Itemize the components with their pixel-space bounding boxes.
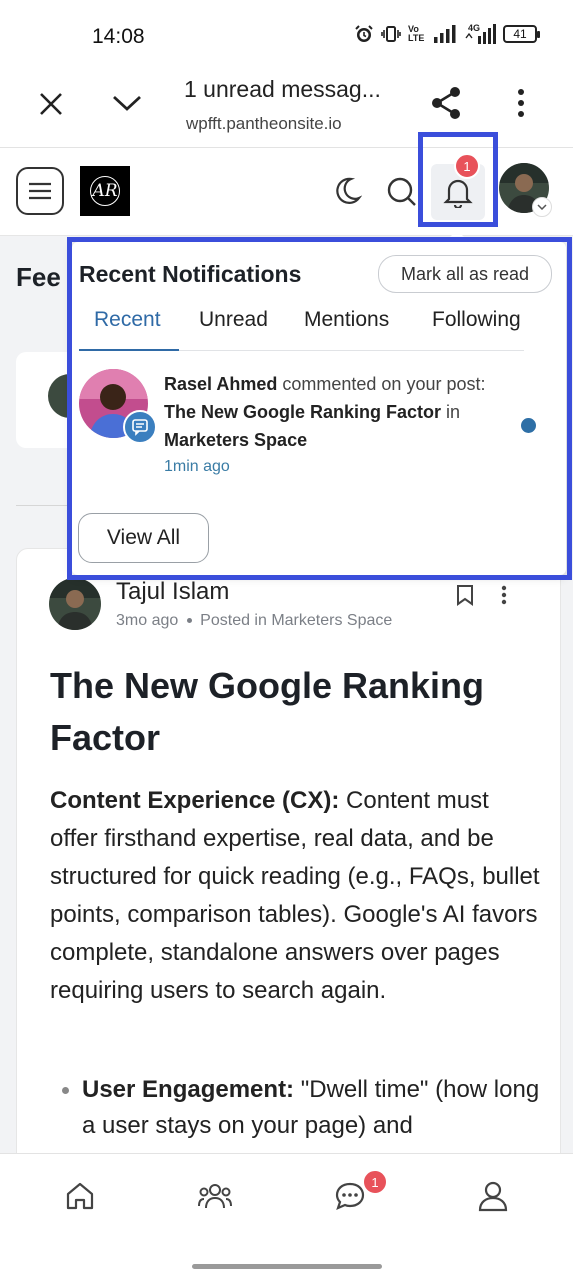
page-title: 1 unread messag...	[184, 76, 381, 102]
post-bullet: User Engagement: "Dwell time" (how long …	[82, 1072, 542, 1144]
gesture-bar	[0, 1241, 573, 1280]
profile-icon[interactable]	[478, 1180, 508, 1212]
post-meta: 3mo ago Posted in Marketers Space	[116, 612, 392, 630]
post-age: 3mo ago	[116, 612, 179, 629]
avatar-chevron[interactable]	[532, 197, 552, 217]
post-space[interactable]: Posted in Marketers Space	[200, 612, 392, 629]
share-icon[interactable]	[430, 86, 462, 120]
dark-mode-moon-icon[interactable]	[332, 176, 362, 206]
post-body-text: Content must offer firsthand expertise, …	[50, 787, 540, 1004]
alarm-icon	[355, 25, 373, 42]
close-icon[interactable]	[38, 91, 64, 117]
bottom-nav: 1	[0, 1153, 573, 1241]
post-author[interactable]: Tajul Islam	[116, 578, 229, 606]
battery-indicator: 41	[503, 25, 540, 43]
post-author-avatar[interactable]	[49, 578, 101, 630]
vibrate-icon	[381, 26, 401, 42]
feed-title: Fee	[16, 262, 61, 292]
messages-badge: 1	[362, 1169, 388, 1195]
site-logo[interactable]: AR	[80, 166, 130, 216]
post-more-icon[interactable]	[500, 585, 508, 605]
menu-button[interactable]	[16, 167, 64, 215]
more-vert-icon[interactable]	[516, 88, 526, 118]
chevron-down-small-icon	[537, 204, 547, 210]
post-title[interactable]: The New Google Ranking Factor	[50, 660, 530, 764]
page-url[interactable]: wpfft.pantheonsite.io	[186, 114, 342, 134]
groups-icon[interactable]	[198, 1180, 232, 1212]
gesture-handle[interactable]	[192, 1264, 382, 1269]
search-icon[interactable]	[386, 176, 418, 208]
messages-icon[interactable]	[334, 1180, 366, 1212]
post-body-bold: Content Experience (CX):	[50, 787, 340, 814]
status-icons: Vo LTE 4G 41	[354, 24, 540, 44]
bullet-dot	[62, 1087, 69, 1094]
post-body: Content Experience (CX): Content must of…	[50, 782, 540, 1010]
meta-dot	[186, 618, 192, 624]
signal-icon	[434, 25, 456, 43]
chevron-down-icon[interactable]	[112, 94, 142, 112]
dropdown-highlight-box	[67, 237, 572, 580]
volte-indicator: Vo LTE	[408, 24, 425, 43]
network-4g: 4G	[464, 24, 496, 44]
status-bar: 14:08 Vo LTE 4G 41	[0, 0, 573, 64]
bell-highlight-box	[418, 132, 498, 227]
bullet-bold: User Engagement:	[82, 1076, 295, 1103]
signal-icon-2	[465, 24, 496, 44]
hamburger-icon	[29, 182, 51, 200]
status-time: 14:08	[92, 25, 145, 48]
home-icon[interactable]	[64, 1180, 96, 1212]
bookmark-icon[interactable]	[456, 584, 474, 606]
